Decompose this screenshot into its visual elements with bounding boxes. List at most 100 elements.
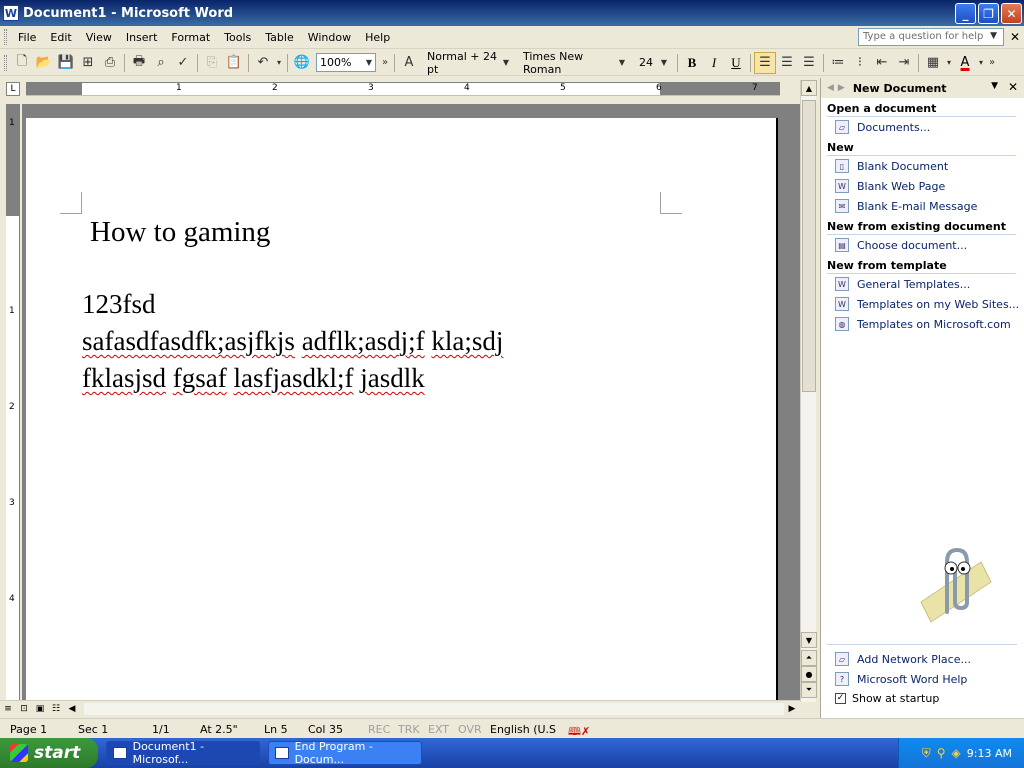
- toolbar-options-icon[interactable]: »: [986, 52, 998, 74]
- next-page-icon[interactable]: ⏷: [801, 682, 817, 698]
- permission-icon[interactable]: ⊞: [77, 52, 99, 74]
- clock[interactable]: 9:13 AM: [967, 747, 1012, 760]
- status-trk[interactable]: TRK: [398, 723, 420, 736]
- toolbar-options-icon[interactable]: »: [379, 52, 391, 74]
- font-size-select[interactable]: 24 ▼: [635, 53, 671, 72]
- scroll-thumb[interactable]: [802, 100, 816, 392]
- menu-window[interactable]: Window: [301, 28, 358, 47]
- show-at-startup-checkbox[interactable]: ✓ Show at startup: [835, 689, 1017, 707]
- security-shield-icon[interactable]: ⛨: [922, 746, 931, 761]
- hyperlink-globe-icon[interactable]: 🌐: [291, 52, 313, 74]
- italic-button[interactable]: I: [703, 52, 725, 74]
- styles-formatting-icon[interactable]: A: [398, 52, 420, 74]
- research-icon[interactable]: ⌕: [150, 52, 172, 74]
- align-center-icon[interactable]: ☰: [776, 52, 798, 74]
- menu-file[interactable]: File: [11, 28, 43, 47]
- restore-button[interactable]: ❐: [978, 3, 999, 24]
- status-line: Ln 5: [264, 723, 288, 736]
- link-microsoft-templates[interactable]: ◍ Templates on Microsoft.com: [835, 314, 1024, 334]
- font-color-dropdown-icon[interactable]: ▾: [976, 52, 986, 74]
- search-icon[interactable]: ⚲: [937, 746, 946, 760]
- align-right-icon[interactable]: ☰: [798, 52, 820, 74]
- undo-dropdown-icon[interactable]: ▾: [274, 52, 284, 74]
- menu-insert[interactable]: Insert: [119, 28, 165, 47]
- menubar-grip[interactable]: [4, 29, 7, 45]
- zoom-select[interactable]: 100% ▼: [316, 53, 376, 72]
- link-choose-document[interactable]: ▤ Choose document...: [835, 235, 1024, 255]
- copy-icon[interactable]: ⎘: [201, 52, 223, 74]
- chevron-down-icon[interactable]: ▼: [990, 31, 997, 41]
- close-window-button[interactable]: ✕: [1001, 3, 1022, 24]
- vertical-scrollbar[interactable]: ▲ ▼ ⏶ ● ⏷: [800, 80, 817, 702]
- help-question-input[interactable]: Type a question for help ▼: [858, 28, 1004, 46]
- increase-indent-icon[interactable]: ⇥: [893, 52, 915, 74]
- borders-icon[interactable]: ▦: [922, 52, 944, 74]
- select-browse-object-icon[interactable]: ●: [801, 666, 817, 682]
- paste-icon[interactable]: 📋: [223, 52, 245, 74]
- link-web-templates[interactable]: W Templates on my Web Sites...: [835, 294, 1024, 314]
- task-pane: ◀ ▶ New Document ▼ ✕ Open a document ▱ Do…: [820, 78, 1024, 718]
- save-icon[interactable]: 💾: [55, 52, 77, 74]
- close-document-icon[interactable]: ✕: [1010, 30, 1020, 44]
- chevron-down-icon[interactable]: ▼: [991, 81, 998, 91]
- print-icon[interactable]: 🖶: [128, 52, 150, 74]
- link-documents[interactable]: ▱ Documents...: [835, 117, 1024, 137]
- link-add-network-place[interactable]: ▱ Add Network Place...: [835, 649, 1017, 669]
- start-button[interactable]: start: [0, 738, 98, 768]
- new-document-icon[interactable]: 🗋: [11, 52, 33, 74]
- link-blank-document[interactable]: ▯ Blank Document: [835, 156, 1024, 176]
- back-arrow-icon[interactable]: ◀: [827, 83, 834, 93]
- scroll-right-icon[interactable]: ▶: [784, 702, 800, 716]
- font-color-icon[interactable]: A: [954, 52, 976, 74]
- menu-tools[interactable]: Tools: [217, 28, 258, 47]
- open-folder-icon[interactable]: 📂: [33, 52, 55, 74]
- ruler-scale[interactable]: 1 2 3 4 5 6 7: [26, 82, 780, 96]
- web-layout-view-icon[interactable]: ⊡: [16, 702, 32, 716]
- status-ovr[interactable]: OVR: [458, 723, 482, 736]
- link-general-templates[interactable]: W General Templates...: [835, 274, 1024, 294]
- decrease-indent-icon[interactable]: ⇤: [871, 52, 893, 74]
- menu-view[interactable]: View: [79, 28, 119, 47]
- previous-page-icon[interactable]: ⏶: [801, 650, 817, 666]
- menu-format[interactable]: Format: [164, 28, 217, 47]
- underline-button[interactable]: U: [725, 52, 747, 74]
- menu-table[interactable]: Table: [258, 28, 300, 47]
- print-layout-view-icon[interactable]: ▣: [32, 702, 48, 716]
- normal-view-icon[interactable]: ≡: [0, 702, 16, 716]
- bullets-icon[interactable]: ⁝: [849, 52, 871, 74]
- numbering-icon[interactable]: ≔: [827, 52, 849, 74]
- link-blank-web-page[interactable]: W Blank Web Page: [835, 176, 1024, 196]
- document-body[interactable]: 123fsd safasdfasdfk;asjfkjs adflk;asdj;f…: [82, 286, 662, 397]
- office-assistant-clippy[interactable]: [901, 542, 997, 632]
- link-word-help[interactable]: ? Microsoft Word Help: [835, 669, 1017, 689]
- forward-arrow-icon[interactable]: ▶: [838, 83, 845, 93]
- borders-dropdown-icon[interactable]: ▾: [944, 52, 954, 74]
- align-left-icon[interactable]: ☰: [754, 51, 776, 74]
- status-ext[interactable]: EXT: [428, 723, 449, 736]
- minimize-button[interactable]: _: [955, 3, 976, 24]
- close-icon[interactable]: ✕: [1008, 80, 1018, 94]
- word-app-icon[interactable]: W: [3, 5, 19, 21]
- bold-button[interactable]: B: [681, 52, 703, 74]
- taskbar-item-document1[interactable]: Document1 - Microsof...: [106, 740, 260, 766]
- menu-edit[interactable]: Edit: [43, 28, 78, 47]
- style-select[interactable]: Normal + 24 pt ▼: [423, 50, 513, 76]
- status-rec[interactable]: REC: [368, 723, 390, 736]
- document-heading[interactable]: How to gaming: [90, 216, 270, 249]
- menu-help[interactable]: Help: [358, 28, 397, 47]
- network-icon[interactable]: ◈: [952, 746, 961, 760]
- document-page[interactable]: How to gaming 123fsd safasdfasdfk;asjfkj…: [26, 118, 778, 700]
- scroll-left-icon[interactable]: ◀: [64, 702, 80, 716]
- taskbar-item-end-program[interactable]: End Program - Docum...: [268, 740, 422, 766]
- toolbar-grip[interactable]: [4, 54, 7, 71]
- print-preview-icon[interactable]: ⎙: [99, 52, 121, 74]
- undo-icon[interactable]: ↶: [252, 52, 274, 74]
- outline-view-icon[interactable]: ☷: [48, 702, 64, 716]
- spelling-icon[interactable]: ✓: [172, 52, 194, 74]
- scroll-up-icon[interactable]: ▲: [801, 80, 817, 96]
- horizontal-scroll-track[interactable]: [84, 703, 784, 715]
- font-select[interactable]: Times New Roman ▼: [519, 50, 629, 76]
- tab-selector-icon[interactable]: L: [6, 82, 20, 96]
- scroll-down-icon[interactable]: ▼: [801, 632, 817, 648]
- link-blank-email[interactable]: ✉ Blank E-mail Message: [835, 196, 1024, 216]
